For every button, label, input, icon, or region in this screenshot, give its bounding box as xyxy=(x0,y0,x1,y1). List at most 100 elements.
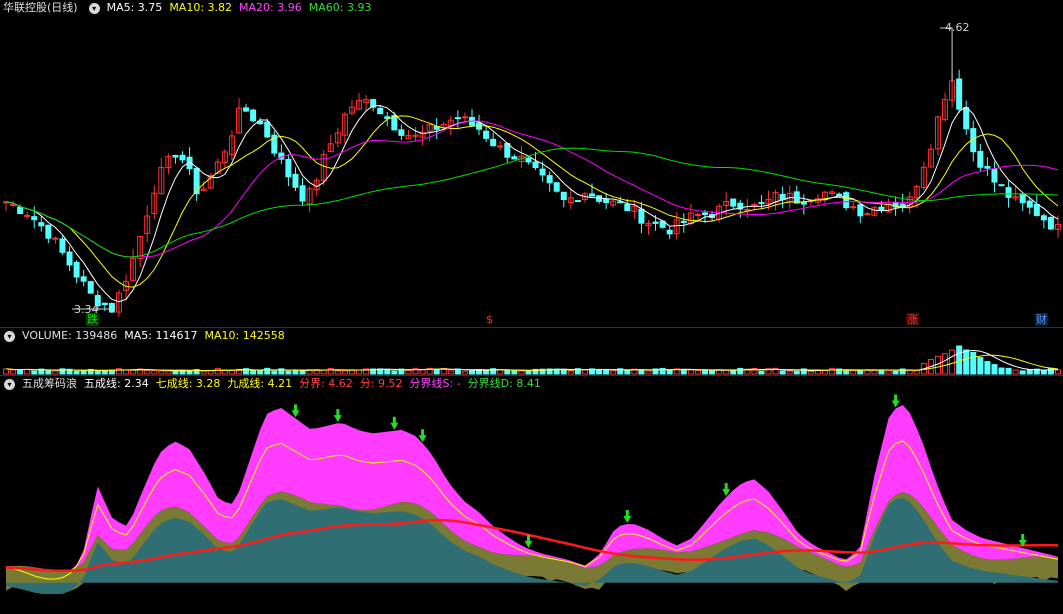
candle-down xyxy=(398,129,405,136)
candlestick-chart xyxy=(3,27,1061,317)
down-arrow-marker xyxy=(418,429,427,443)
volume-bar xyxy=(793,370,800,375)
ma10-line xyxy=(5,115,1059,288)
volume-bar xyxy=(52,370,59,375)
event-tag-dollar[interactable]: $ xyxy=(485,313,494,326)
nine-line-label: 九成线: 4.21 xyxy=(227,377,293,390)
volume-bar xyxy=(963,349,970,375)
volume-bar xyxy=(80,370,87,375)
volume-bar xyxy=(433,368,440,375)
menu-chevron-icon[interactable]: ▾ xyxy=(4,330,15,342)
volume-bar xyxy=(680,369,687,375)
candle-down xyxy=(511,156,518,160)
candle-down xyxy=(45,224,52,239)
candle-down xyxy=(560,191,567,201)
volume-bar xyxy=(807,370,814,375)
vol-ma5-line xyxy=(5,349,1059,372)
fen-label: 分: 9.52 xyxy=(359,377,403,390)
five-line-label: 五成线: 2.34 xyxy=(84,377,149,390)
candle-down xyxy=(1033,203,1040,216)
candle-down xyxy=(285,159,292,178)
boundary-d-label: 分界线D: 8.41 xyxy=(467,377,541,390)
menu-chevron-icon[interactable]: ▾ xyxy=(88,2,100,14)
candle-down xyxy=(483,130,490,139)
event-tag-zhang[interactable]: 涨 xyxy=(906,313,919,326)
event-tag-die[interactable]: 跌 xyxy=(86,313,99,326)
candle-down xyxy=(624,203,631,212)
candle-down xyxy=(730,198,737,207)
candle-down xyxy=(525,157,532,163)
volume-bar xyxy=(694,370,701,375)
volume-bar xyxy=(468,369,475,375)
volume-bar xyxy=(645,370,652,375)
candle-up xyxy=(52,237,59,240)
down-arrow-marker xyxy=(722,483,731,497)
candle-down xyxy=(172,154,179,158)
volume-bar xyxy=(151,370,158,375)
volume-bar xyxy=(779,370,786,375)
volume-bar xyxy=(977,357,984,375)
menu-chevron-icon[interactable]: ▾ xyxy=(4,378,15,390)
candle-down xyxy=(638,208,645,224)
candle-down xyxy=(1047,217,1054,230)
candle-up xyxy=(10,203,17,206)
volume-panel: ▾ VOLUME: 139486 MA5: 114617 MA10: 142558 xyxy=(0,327,1063,375)
candle-down xyxy=(963,107,970,130)
candle-down xyxy=(38,222,45,227)
candle-up xyxy=(24,214,31,217)
candle-up xyxy=(461,116,468,119)
candle-down xyxy=(504,142,511,158)
volume-bar xyxy=(214,367,221,375)
candle-down xyxy=(836,193,843,196)
volume-bar xyxy=(857,370,864,375)
volume-bar xyxy=(942,353,949,375)
candle-down xyxy=(87,281,94,294)
ma10-label: MA10: 3.82 xyxy=(169,1,233,14)
candle-down xyxy=(589,193,596,197)
candle-down xyxy=(17,206,24,215)
volume-bar xyxy=(405,370,412,375)
candle-down xyxy=(680,220,687,224)
volume-bar xyxy=(73,370,80,375)
volume-bar xyxy=(511,370,518,375)
candle-down xyxy=(998,184,1005,187)
volume-bar xyxy=(624,370,631,375)
candle-down xyxy=(193,167,200,195)
volume-bar xyxy=(17,369,24,375)
volume-bar xyxy=(949,349,956,375)
candle-down xyxy=(243,107,250,112)
chip-wave-chart xyxy=(5,394,1059,594)
volume-bar xyxy=(1047,367,1054,375)
volume-bar xyxy=(391,370,398,375)
event-tag-cai[interactable]: 财 xyxy=(1035,313,1048,326)
volume-bar xyxy=(341,370,348,375)
volume-bar xyxy=(518,370,525,375)
indicator-panel: ▾ 五成筹码浪 五成线: 2.34 七成线: 3.28 九成线: 4.21 分界: 4.6… xyxy=(0,375,1063,613)
high-price-marker: 4.62 xyxy=(945,21,970,34)
stock-name[interactable]: 华联控股(日线) xyxy=(3,1,78,14)
candle-up xyxy=(497,145,504,148)
volume-bar xyxy=(1040,370,1047,375)
volume-bar xyxy=(115,368,122,375)
down-arrow-marker xyxy=(623,509,632,523)
candle-down xyxy=(1005,187,1012,198)
candle-down xyxy=(80,276,87,282)
volume-bar xyxy=(320,369,327,375)
indicator-name[interactable]: 五成筹码浪 xyxy=(22,377,77,390)
candle-down xyxy=(532,161,539,169)
volume-bar xyxy=(483,369,490,375)
volume-bar xyxy=(1026,369,1033,375)
volume-bar xyxy=(1005,367,1012,375)
candle-down xyxy=(800,202,807,205)
candle-down xyxy=(454,117,461,120)
high-marker-line xyxy=(940,27,953,82)
down-arrow-marker xyxy=(390,416,399,430)
volume-bar xyxy=(10,369,17,375)
candle-down xyxy=(490,138,497,147)
volume-bar xyxy=(356,369,363,375)
candle-down xyxy=(701,212,708,216)
candle-up xyxy=(694,213,701,216)
candle-down xyxy=(553,182,560,192)
boundary-label: 分界: 4.62 xyxy=(299,377,353,390)
candle-down xyxy=(66,251,73,266)
